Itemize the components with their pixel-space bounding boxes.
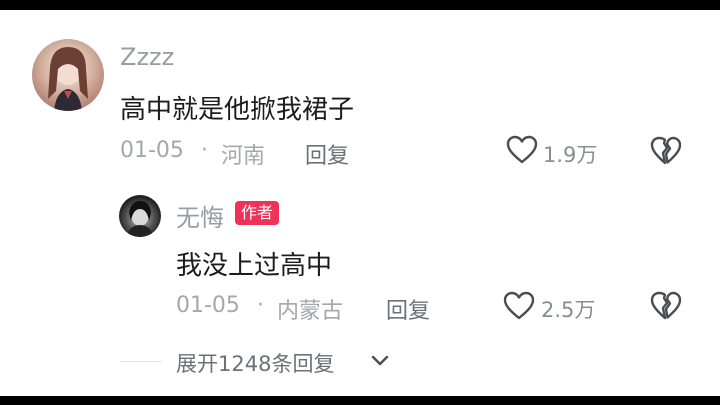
heart-outline-icon[interactable] [506,135,538,165]
meta-separator: · [201,138,208,163]
chevron-down-icon[interactable] [370,354,390,368]
comment-location: 河南 [221,144,266,169]
reply-button[interactable]: 回复 [305,138,349,170]
author-badge: 作者 [235,201,280,225]
expand-replies-button[interactable]: 展开1248条回复 [176,348,334,378]
reply-reply-button[interactable]: 回复 [386,293,430,325]
reply-avatar[interactable] [119,195,161,237]
reply-text: 我没上过高中 [176,251,333,281]
heart-outline-icon[interactable] [503,291,535,321]
like-count: 1.9万 [543,143,598,167]
reply-location: 内蒙古 [277,299,344,324]
comment-text: 高中就是他掀我裙子 [120,95,355,125]
comment-username[interactable]: Zzzz [120,43,174,71]
reply-username[interactable]: 无悔 [176,198,224,233]
comment-panel: Zzzz 高中就是他掀我裙子 01-05 · 河南 回复 1.9万 无悔 作者 … [0,10,720,396]
broken-heart-icon[interactable] [650,136,682,166]
reply-date: 01-05 [176,293,240,318]
reply-like-count: 2.5万 [541,298,596,322]
broken-heart-icon[interactable] [650,291,682,321]
meta-separator: · [257,293,264,318]
avatar[interactable] [32,39,104,111]
comment-date: 01-05 [120,138,184,163]
expand-divider [120,361,162,362]
